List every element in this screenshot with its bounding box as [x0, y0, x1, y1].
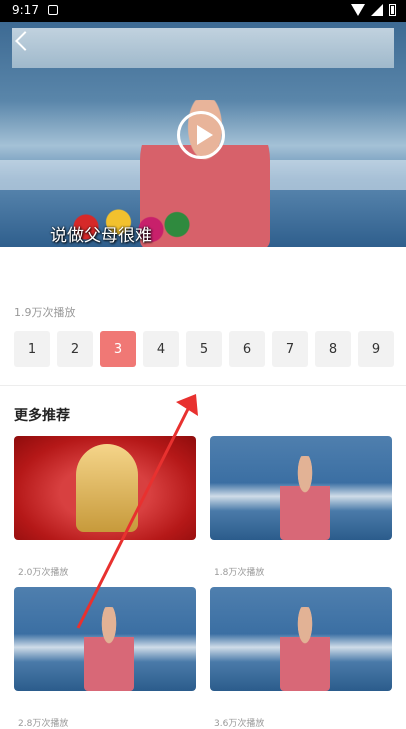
- status-time: 9:17: [12, 3, 39, 17]
- episode-button[interactable]: 2: [57, 331, 93, 367]
- status-icons: [351, 4, 396, 16]
- episode-button[interactable]: 4: [143, 331, 179, 367]
- episode-list[interactable]: 1 2 3 4 5 6 7 8 9: [14, 331, 394, 367]
- wifi-icon: [351, 4, 365, 16]
- card-play-count: 2.8万次播放: [18, 719, 69, 729]
- recommend-card[interactable]: 3.6万次播放: [210, 587, 392, 729]
- speaker-graphic: [280, 456, 330, 540]
- emblem-graphic: [76, 444, 138, 532]
- section-title: 更多推荐: [14, 408, 70, 424]
- status-bar: 9:17: [0, 0, 406, 22]
- arrow-head: [176, 394, 198, 416]
- episode-button[interactable]: 5: [186, 331, 222, 367]
- episode-button[interactable]: 8: [315, 331, 351, 367]
- episode-button-active[interactable]: 3: [100, 331, 136, 367]
- signal-icon: [371, 4, 383, 16]
- video-thumbnail[interactable]: [14, 436, 196, 540]
- video-thumbnail[interactable]: [210, 436, 392, 540]
- episode-button[interactable]: 7: [272, 331, 308, 367]
- video-thumbnail[interactable]: [14, 587, 196, 691]
- recommend-card[interactable]: 1.8万次播放: [210, 436, 392, 578]
- speaker-graphic: [280, 607, 330, 691]
- episode-button[interactable]: 1: [14, 331, 50, 367]
- play-icon[interactable]: [177, 111, 225, 159]
- episode-button[interactable]: 6: [229, 331, 265, 367]
- video-thumbnail[interactable]: [210, 587, 392, 691]
- divider: [0, 385, 406, 386]
- battery-icon: [389, 4, 396, 16]
- video-frame-banner: [12, 28, 394, 68]
- card-play-count: 3.6万次播放: [214, 719, 265, 729]
- play-count: 1.9万次播放: [14, 306, 76, 319]
- episode-button[interactable]: 9: [358, 331, 394, 367]
- recommend-card[interactable]: 2.8万次播放: [14, 587, 196, 729]
- card-play-count: 1.8万次播放: [214, 568, 265, 578]
- speaker-graphic: [84, 607, 134, 691]
- card-play-count: 2.0万次播放: [18, 568, 69, 578]
- notification-icon: [48, 5, 58, 15]
- recommend-card[interactable]: 2.0万次播放: [14, 436, 196, 578]
- video-caption: 说做父母很难: [50, 226, 152, 246]
